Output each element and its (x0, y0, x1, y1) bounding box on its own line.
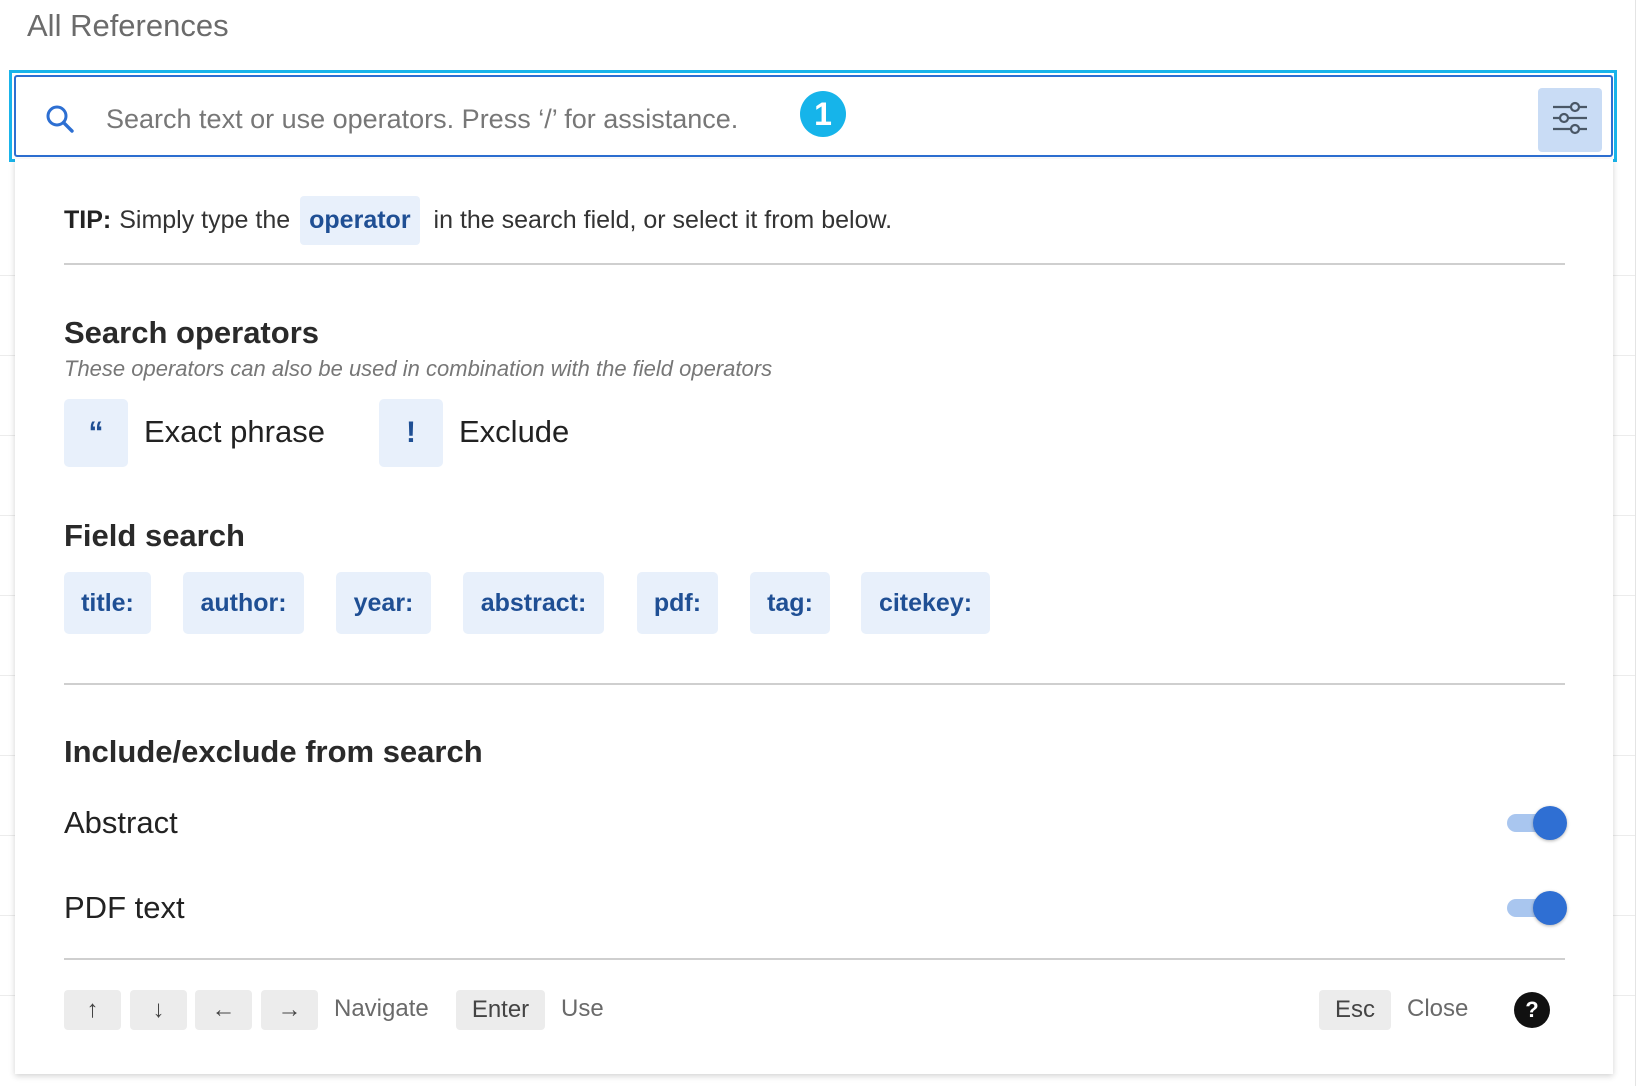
field-chip-author[interactable]: author: (183, 572, 304, 634)
exact-phrase-operator-button[interactable]: “ (64, 399, 128, 467)
help-button[interactable]: ? (1514, 992, 1550, 1028)
field-chip-year[interactable]: year: (336, 572, 431, 634)
pdf-text-toggle-label: PDF text (64, 890, 185, 925)
search-operators-subtitle: These operators can also be used in comb… (64, 356, 773, 381)
pdf-text-toggle[interactable] (1507, 891, 1567, 925)
navigate-label: Navigate (334, 995, 429, 1022)
step-badge: 1 (800, 91, 846, 137)
key-up: ↑ (64, 990, 121, 1030)
use-label: Use (561, 995, 604, 1022)
key-down: ↓ (130, 990, 187, 1030)
search-operators-heading: Search operators (64, 315, 319, 350)
divider (64, 958, 1565, 960)
exact-phrase-label[interactable]: Exact phrase (144, 414, 325, 450)
key-esc[interactable]: Esc (1319, 990, 1391, 1030)
operator-symbol: “ (88, 416, 104, 449)
abstract-toggle[interactable] (1507, 806, 1567, 840)
key-left: ← (195, 990, 252, 1030)
tip-operator-chip: operator (300, 196, 420, 245)
key-enter: Enter (456, 990, 545, 1030)
filter-button[interactable] (1538, 88, 1602, 152)
field-chip-title[interactable]: title: (64, 572, 151, 634)
field-search-heading: Field search (64, 518, 245, 553)
divider (64, 263, 1565, 265)
abstract-toggle-label: Abstract (64, 805, 178, 840)
divider (64, 683, 1565, 685)
toggle-knob (1533, 806, 1567, 840)
search-icon (44, 103, 76, 135)
tip-before: Simply type the (119, 206, 291, 234)
close-label[interactable]: Close (1407, 995, 1468, 1023)
field-chip-abstract[interactable]: abstract: (463, 572, 604, 634)
tip-prefix: TIP: (64, 206, 112, 234)
toggle-knob (1533, 891, 1567, 925)
exclude-operator-button[interactable]: ! (379, 399, 443, 467)
tip-text: TIP: Simply type the operator in the sea… (64, 196, 892, 245)
page-title: All References (27, 8, 229, 43)
operator-symbol: ! (406, 416, 416, 449)
search-input[interactable] (104, 96, 808, 142)
sliders-icon (1551, 100, 1589, 141)
key-right: → (261, 990, 318, 1030)
tip-after: in the search field, or select it from b… (433, 206, 893, 234)
exclude-label[interactable]: Exclude (459, 414, 569, 450)
field-chip-tag[interactable]: tag: (750, 572, 830, 634)
field-chip-pdf[interactable]: pdf: (637, 572, 718, 634)
field-chip-citekey[interactable]: citekey: (861, 572, 990, 634)
include-exclude-heading: Include/exclude from search (64, 734, 483, 769)
